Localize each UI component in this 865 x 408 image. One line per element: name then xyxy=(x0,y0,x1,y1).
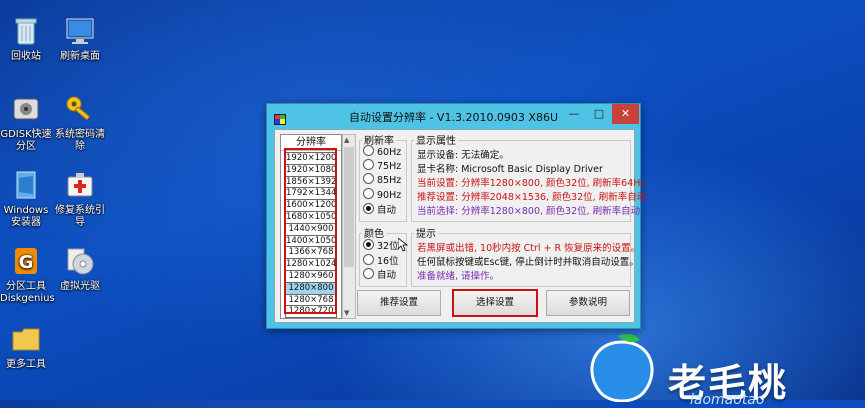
desktop-icon-recycle-bin[interactable]: 回收站 xyxy=(0,14,52,63)
recommend-settings-button[interactable]: 推荐设置 xyxy=(357,290,441,316)
graphics-card-text: 显卡名称: Microsoft Basic Display Driver xyxy=(417,164,603,175)
resolution-window: 自动设置分辨率 - V1.3.2010.0903 X86U — □ ✕ 分辨率 … xyxy=(266,103,646,329)
desktop-icon-label: 虚拟光驱 xyxy=(60,281,100,292)
diskgenius-icon: G xyxy=(9,244,43,278)
color-depth-option-label: 16位 xyxy=(377,255,399,267)
select-settings-button[interactable]: 选择设置 xyxy=(452,289,538,317)
desktop-icon-label: Windows安装器 xyxy=(3,205,49,228)
close-button[interactable]: ✕ xyxy=(612,104,639,124)
desktop-icon-refresh-desktop[interactable]: 刷新桌面 xyxy=(54,14,106,63)
window-client-area: 分辨率 1920×1200 1920×1080 1856×1392 1792×1344… xyxy=(274,129,646,323)
desktop-icon-label: 更多工具 xyxy=(6,359,46,370)
refresh-rate-option-label: 85Hz xyxy=(377,175,402,187)
resolution-scrollbar[interactable]: ▲ ▼ xyxy=(342,134,356,319)
color-depth-radio[interactable]: 16位 xyxy=(363,253,399,267)
cd-drive-icon xyxy=(63,244,97,278)
radio-dot-icon[interactable] xyxy=(363,187,374,199)
scroll-down-arrow-icon[interactable]: ▼ xyxy=(344,309,349,317)
watermark-url: laomaotao xyxy=(690,392,765,408)
windows-installer-icon xyxy=(9,168,43,202)
desktop-icon-gdisk[interactable]: GDISK快速分区 xyxy=(0,92,52,153)
desktop-icon-label: 分区工具Diskgenius xyxy=(0,281,55,304)
radio-dot-icon[interactable] xyxy=(363,253,374,265)
radio-dot-icon[interactable] xyxy=(363,268,374,279)
scroll-thumb[interactable] xyxy=(344,147,354,267)
radio-dot-icon[interactable] xyxy=(363,202,374,214)
desktop-icon-more-tools[interactable]: 更多工具 xyxy=(0,322,52,371)
key-icon xyxy=(63,92,97,126)
desktop-icon-password-clear[interactable]: 系统密码清除 xyxy=(54,92,106,153)
maximize-button[interactable]: □ xyxy=(587,104,611,124)
highlight-box-resolutions xyxy=(284,148,337,314)
folder-icon xyxy=(9,322,43,356)
desktop-icon-label: 系统密码清除 xyxy=(55,129,105,152)
desktop-icon-virtual-drive[interactable]: 虚拟光驱 xyxy=(54,244,106,293)
recycle-bin-icon xyxy=(9,14,43,48)
minimize-button[interactable]: — xyxy=(561,104,587,124)
refresh-rate-radio[interactable]: 自动 xyxy=(363,202,396,216)
desktop-icon-label: 修复系统引导 xyxy=(55,205,105,228)
color-depth-radio[interactable]: 32位 xyxy=(363,238,399,252)
first-aid-icon xyxy=(63,168,97,202)
tip-line-2: 任何鼠标按键或Esc键, 停止倒计时并取消自动设置。 xyxy=(417,257,639,268)
refresh-rate-option-label: 60Hz xyxy=(377,147,402,158)
parameter-help-button[interactable]: 参数说明 xyxy=(546,290,630,316)
desktop-icon-windows-installer[interactable]: Windows安装器 xyxy=(0,168,52,229)
recommended-setting-text: 推荐设置: 分辨率2048×1536, 颜色32位, 刷新率自动 xyxy=(417,192,647,203)
scroll-up-arrow-icon[interactable]: ▲ xyxy=(344,136,349,144)
current-selection-text: 当前选择: 分辨率1280×800, 颜色32位, 刷新率自动 xyxy=(417,206,641,217)
refresh-rate-option-label: 75Hz xyxy=(377,161,402,173)
radio-dot-icon[interactable] xyxy=(363,173,374,185)
desktop-icon-label: 刷新桌面 xyxy=(60,51,100,62)
desktop-icon-repair-boot[interactable]: 修复系统引导 xyxy=(54,168,106,229)
svg-text:G: G xyxy=(19,252,34,273)
monitor-icon xyxy=(63,14,97,48)
refresh-rate-radio[interactable]: 60Hz xyxy=(363,145,401,158)
peach-logo-icon xyxy=(590,333,654,402)
radio-dot-icon[interactable] xyxy=(363,239,374,250)
refresh-rate-radio[interactable]: 75Hz xyxy=(363,159,401,172)
color-depth-option-label: 自动 xyxy=(377,270,397,281)
refresh-rate-radio[interactable]: 90Hz xyxy=(363,187,402,201)
tips-label: 提示 xyxy=(414,225,438,240)
refresh-rate-radio[interactable]: 85Hz xyxy=(363,173,401,186)
title-bar[interactable]: 自动设置分辨率 - V1.3.2010.0903 X86U — □ ✕ xyxy=(267,104,640,129)
desktop-icon-diskgenius[interactable]: G 分区工具Diskgenius xyxy=(0,244,55,305)
radio-dot-icon[interactable] xyxy=(363,159,374,171)
desktop-icon-label: GDISK快速分区 xyxy=(0,129,52,152)
mouse-cursor-icon xyxy=(397,237,409,256)
tip-line-3: 准备就绪, 请操作。 xyxy=(417,271,500,282)
tip-line-1: 若黑屏或出错, 10秒内按 Ctrl + R 恢复原来的设置。 xyxy=(417,243,641,254)
current-setting-text: 当前设置: 分辨率1280×800, 颜色32位, 刷新率64Hz xyxy=(417,178,646,189)
disk-tool-icon xyxy=(9,92,43,126)
refresh-rate-option-label: 自动 xyxy=(377,204,397,216)
color-depth-radio[interactable]: 自动 xyxy=(363,267,396,281)
desktop-icon-label: 回收站 xyxy=(11,51,41,62)
display-properties-label: 显示属性 xyxy=(414,132,458,147)
color-depth-option-label: 32位 xyxy=(377,241,399,252)
display-device-text: 显示设备: 无法确定。 xyxy=(417,150,509,161)
radio-dot-icon[interactable] xyxy=(363,145,374,156)
refresh-rate-option-label: 90Hz xyxy=(377,189,402,201)
